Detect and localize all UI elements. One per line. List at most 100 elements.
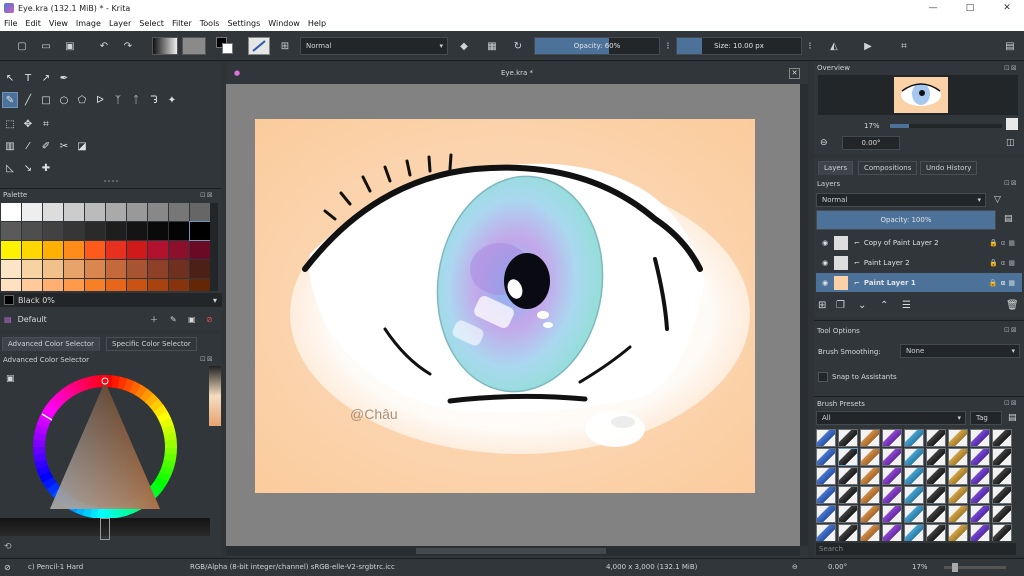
reset-rotation-icon[interactable]: ⟲ [4,542,12,552]
redo-icon[interactable]: ↷ [120,37,136,55]
brush-preset-tile[interactable] [882,429,902,447]
brush-preset-tile[interactable] [970,524,990,541]
brush-preset-tile[interactable] [838,486,858,504]
brush-preset-tile[interactable] [882,467,902,485]
layer-lock-alpha-icons[interactable]: 🔒α▦ [989,279,1018,287]
layer-row[interactable]: ◉ ⌐ Copy of Paint Layer 2 🔒α▦ [816,233,1022,252]
eraser-mode-icon[interactable]: ◆ [456,37,472,55]
line-tool-icon[interactable]: ╱ [20,92,36,108]
palette-swatch[interactable] [190,241,210,259]
menu-layer[interactable]: Layer [109,19,131,28]
preset-view-icon[interactable]: ▤ [1008,413,1017,423]
palette-swatch[interactable] [22,260,42,278]
tag-dropdown[interactable]: Tag [970,411,1002,425]
rotation-field[interactable]: 0.00° [842,136,900,150]
brush-preset-tile[interactable] [816,429,836,447]
palette-swatch[interactable] [22,203,42,221]
palette-swatch[interactable] [127,279,147,291]
dynamic-brush-tool-icon[interactable]: ᘊ [146,92,162,108]
brush-preset-tile[interactable] [926,467,946,485]
delete-swatch-icon[interactable]: ⊘ [206,315,213,324]
fill-tool-icon[interactable]: ◪ [74,138,90,154]
brush-preset-tile[interactable] [904,467,924,485]
duplicate-layer-icon[interactable]: ❐ [836,300,845,311]
brush-preset-tile[interactable] [838,448,858,466]
palette-preset-name[interactable]: Default [18,315,47,324]
canvas-vertical-scrollbar[interactable] [800,84,808,546]
brush-preset-tile[interactable] [926,448,946,466]
menu-file[interactable]: File [4,19,17,28]
brush-preset-tile[interactable] [992,448,1012,466]
brush-preset-tile[interactable] [904,448,924,466]
rotation-reset-icon[interactable]: ⊖ [792,563,798,571]
menu-settings[interactable]: Settings [227,19,260,28]
palette-swatch[interactable] [64,260,84,278]
move-layer-up-icon[interactable]: ⌃ [880,300,888,311]
palette-swatch[interactable] [1,241,21,259]
palette-swatch[interactable] [64,241,84,259]
layer-row-selected[interactable]: ◉ ⌐ Paint Layer 1 🔒α▦ [816,273,1022,292]
brush-preset-tile[interactable] [970,448,990,466]
layer-row[interactable]: ◉ ⌐ Paint Layer 2 🔒α▦ [816,253,1022,272]
eye-visible-icon[interactable]: ◉ [816,279,834,287]
palette-swatch[interactable] [148,222,168,240]
add-layer-icon[interactable]: ⊞ [818,300,826,311]
palette-swatch[interactable] [127,241,147,259]
maximize-button[interactable]: □ [955,0,985,16]
palette-swatch[interactable] [148,203,168,221]
palette-swatch[interactable] [22,241,42,259]
reference-image-tool-icon[interactable]: ✚ [38,160,54,176]
palette-swatch[interactable] [85,203,105,221]
layer-lock-alpha-icons[interactable]: 🔒α▦ [989,259,1018,267]
polyline-tool-icon[interactable]: ᐅ [92,92,108,108]
status-color-space[interactable]: RGB/Alpha (8-bit integer/channel) sRGB-e… [190,563,395,571]
mirror-vertical-icon[interactable]: ▶ [860,37,876,55]
brush-preset-tile[interactable] [948,524,968,541]
text-tool-icon[interactable]: T [20,70,36,86]
palette-swatch-grid[interactable] [0,203,212,291]
preset-tag-filter-dropdown[interactable]: All ▾ [816,411,966,425]
palette-scrollbar[interactable] [210,203,218,291]
menu-edit[interactable]: Edit [25,19,41,28]
horizontal-scroll-thumb[interactable] [416,548,606,554]
brush-preset-tile[interactable] [860,486,880,504]
palette-swatch[interactable] [189,221,211,241]
palette-swatch[interactable] [1,222,21,240]
layer-name[interactable]: Paint Layer 1 [864,279,916,287]
color-wheel-triangle[interactable] [30,374,180,520]
tab-advanced-color-selector[interactable]: Advanced Color Selector [2,337,101,351]
crop-icon[interactable]: ⌗ [896,37,912,55]
palette-swatch[interactable] [43,203,63,221]
smart-patch-tool-icon[interactable]: ✂ [56,138,72,154]
brush-preset-tile[interactable] [970,467,990,485]
tab-compositions[interactable]: Compositions [858,161,918,175]
palette-swatch[interactable] [169,203,189,221]
brush-preset-tile[interactable] [992,505,1012,523]
multibrush-tool-icon[interactable]: ✦ [164,92,180,108]
recent-colors-strip[interactable] [209,366,221,426]
brush-preset-tile[interactable] [992,524,1012,541]
panel-grip[interactable] [104,180,118,182]
palette-swatch[interactable] [169,241,189,259]
undo-icon[interactable]: ↶ [96,37,112,55]
layer-name[interactable]: Paint Layer 2 [864,259,910,267]
brush-preset-tile[interactable] [904,429,924,447]
blend-mode-dropdown[interactable]: Normal ▾ [300,37,448,55]
brush-preset-tile[interactable] [838,505,858,523]
gradient-tool-icon[interactable]: ▥ [2,138,18,154]
palette-swatch[interactable] [190,260,210,278]
close-window-button[interactable]: ✕ [992,0,1022,16]
delete-layer-icon[interactable]: 🗑 [1006,300,1019,311]
palette-swatch[interactable] [85,241,105,259]
layer-settings-icon[interactable]: ☰ [902,300,911,311]
brush-preset-tile[interactable] [904,524,924,541]
brush-preset-icon[interactable] [248,37,270,55]
assistant-tool-icon[interactable]: ◺ [2,160,18,176]
brush-preset-tile[interactable] [882,448,902,466]
palette-swatch[interactable] [85,260,105,278]
reload-preset-icon[interactable]: ↻ [510,37,526,55]
brush-preset-tile[interactable] [816,467,836,485]
opacity-stepper[interactable]: ⁝ [660,37,676,55]
brush-preset-tile[interactable] [838,429,858,447]
palette-swatch[interactable] [148,260,168,278]
